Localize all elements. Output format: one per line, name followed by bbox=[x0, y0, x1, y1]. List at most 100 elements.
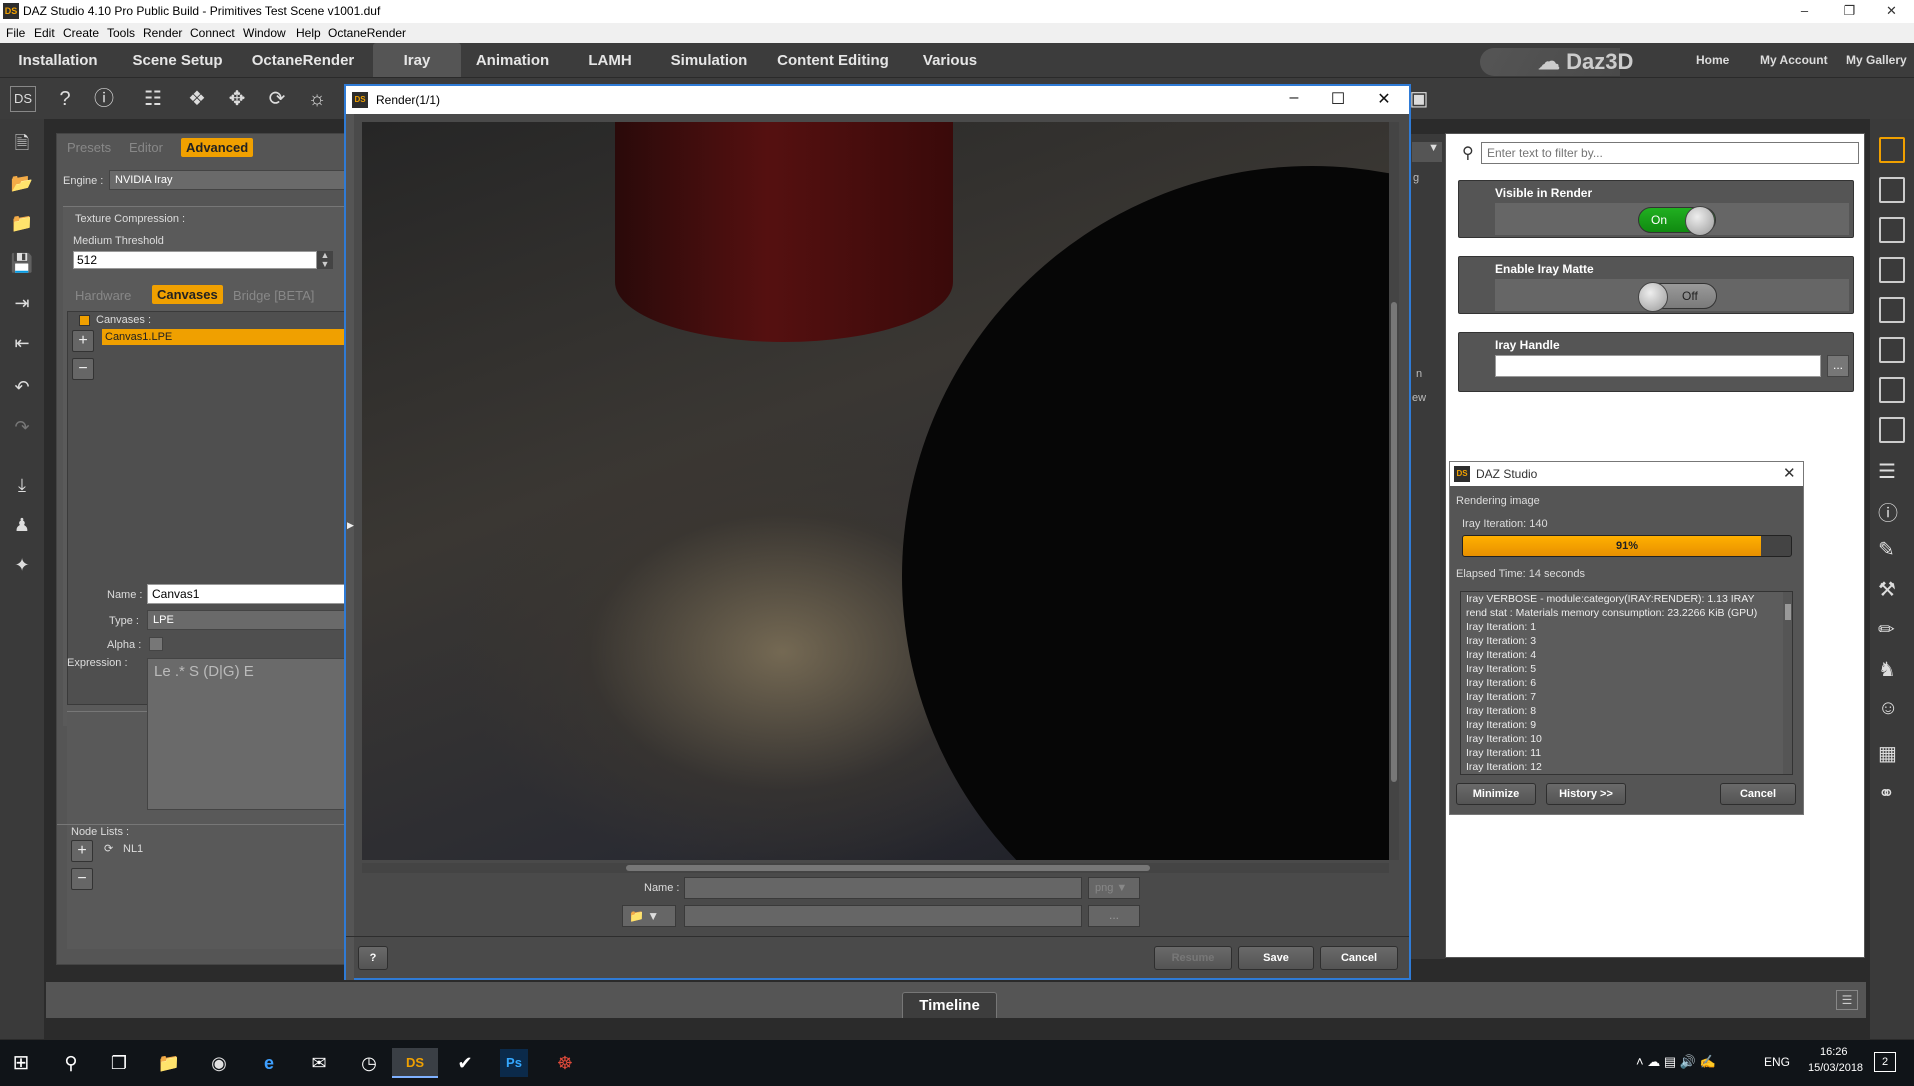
pose-icon[interactable]: ✦ bbox=[8, 551, 36, 579]
browse-button[interactable]: ... bbox=[1088, 905, 1140, 927]
info-icon[interactable]: ⓘ bbox=[1878, 497, 1898, 526]
mail-icon[interactable]: ✉ bbox=[304, 1048, 334, 1078]
horizontal-scrollbar[interactable] bbox=[362, 863, 1389, 873]
tab-scene-setup[interactable]: Scene Setup bbox=[120, 43, 235, 77]
maximize-render-icon[interactable]: ☐ bbox=[1318, 89, 1358, 109]
log-scrollbar[interactable] bbox=[1783, 592, 1792, 774]
threshold-stepper[interactable]: ▲ ▼ bbox=[317, 251, 333, 269]
close-window-icon[interactable]: ✕ bbox=[1869, 0, 1914, 23]
ccleaner-icon[interactable]: ☸ bbox=[550, 1048, 580, 1078]
medium-threshold-field[interactable]: 512 bbox=[73, 251, 317, 269]
brush-icon[interactable]: ✎ bbox=[1878, 537, 1895, 562]
menu-octanerender[interactable]: OctaneRender bbox=[328, 26, 406, 40]
whats-this-icon[interactable]: ? bbox=[50, 84, 80, 114]
menu-help[interactable]: Help bbox=[296, 26, 321, 40]
tab-hardware[interactable]: Hardware bbox=[75, 288, 131, 303]
list-icon[interactable]: ☰ bbox=[1878, 459, 1896, 484]
remove-node-list-button[interactable]: − bbox=[71, 868, 93, 890]
log-scroll-thumb[interactable] bbox=[1785, 604, 1791, 620]
alpha-checkbox[interactable] bbox=[149, 637, 163, 651]
pane-layout-6-icon[interactable] bbox=[1879, 337, 1905, 363]
pane-layout-2-icon[interactable] bbox=[1879, 177, 1905, 203]
nav-home[interactable]: Home bbox=[1696, 53, 1729, 67]
pane-layout-7-icon[interactable] bbox=[1879, 377, 1905, 403]
chrome-icon[interactable]: ◉ bbox=[204, 1048, 234, 1078]
system-tray-icons[interactable]: ˄ ☁ ▤ 🔊 ✍ bbox=[1636, 1054, 1716, 1070]
menu-tools[interactable]: Tools bbox=[107, 26, 135, 40]
canvas-name-field[interactable]: Canvas1 bbox=[147, 584, 347, 604]
export-icon[interactable]: ⇤ bbox=[8, 329, 36, 357]
zbrush-icon[interactable]: ✔ bbox=[450, 1048, 480, 1078]
drop-to-floor-icon[interactable]: ⤓ bbox=[8, 471, 36, 499]
expression-field[interactable]: Le .* S (D|G) E bbox=[147, 658, 347, 810]
minimize-button[interactable]: Minimize bbox=[1456, 783, 1536, 805]
pane-layout-5-icon[interactable] bbox=[1879, 297, 1905, 323]
wrench-icon[interactable]: ⚒ bbox=[1878, 577, 1896, 602]
redo-icon[interactable]: ↷ bbox=[8, 413, 36, 441]
filter-input[interactable] bbox=[1481, 142, 1859, 164]
tab-presets[interactable]: Presets bbox=[67, 140, 111, 155]
node-list-item[interactable]: NL1 bbox=[123, 843, 143, 855]
expand-arrow-icon[interactable]: ▶ bbox=[347, 520, 354, 531]
add-canvas-button[interactable]: + bbox=[72, 330, 94, 352]
visible-in-render-toggle[interactable]: On bbox=[1638, 206, 1716, 236]
undo-icon[interactable]: ↶ bbox=[8, 373, 36, 401]
language-indicator[interactable]: ENG bbox=[1764, 1055, 1790, 1069]
canvas-type-select[interactable]: LPE bbox=[147, 610, 347, 630]
restore-window-icon[interactable]: ❐ bbox=[1827, 0, 1872, 23]
vertical-scrollbar[interactable] bbox=[1389, 122, 1399, 860]
tab-various[interactable]: Various bbox=[914, 43, 986, 77]
format-select[interactable]: png ▼ bbox=[1088, 877, 1140, 899]
filter-dropdown[interactable]: ▼ bbox=[1412, 142, 1442, 162]
tab-bridge-beta[interactable]: Bridge [BETA] bbox=[233, 288, 314, 303]
horizontal-scroll-thumb[interactable] bbox=[626, 865, 1150, 871]
iray-handle-field[interactable] bbox=[1495, 355, 1821, 377]
rotate-tool-icon[interactable]: ⟳ bbox=[262, 84, 292, 114]
help-icon[interactable]: ⓘ bbox=[89, 84, 119, 114]
add-node-list-button[interactable]: + bbox=[71, 840, 93, 862]
timeline-tab[interactable]: Timeline bbox=[902, 992, 997, 1018]
tab-content-editing[interactable]: Content Editing bbox=[768, 43, 898, 77]
windows-start-icon[interactable]: ⊞ bbox=[6, 1048, 36, 1078]
action-center-icon[interactable]: 2 bbox=[1874, 1052, 1896, 1072]
face-icon[interactable]: ☺ bbox=[1878, 697, 1898, 720]
folder-dropdown[interactable]: 📁 ▼ bbox=[622, 905, 676, 927]
menu-create[interactable]: Create bbox=[63, 26, 99, 40]
enable-iray-matte-toggle[interactable]: Off bbox=[1638, 282, 1717, 312]
vertical-scroll-thumb[interactable] bbox=[1391, 302, 1397, 782]
globe-icon[interactable]: ⚭ bbox=[1878, 781, 1895, 806]
pane-layout-4-icon[interactable] bbox=[1879, 257, 1905, 283]
menu-file[interactable]: File bbox=[6, 26, 25, 40]
tab-editor[interactable]: Editor bbox=[129, 140, 163, 155]
menu-window[interactable]: Window bbox=[243, 26, 286, 40]
cancel-render-button[interactable]: Cancel bbox=[1320, 946, 1398, 970]
node-positioning-icon[interactable]: ❖ bbox=[182, 84, 212, 114]
history-button[interactable]: History >> bbox=[1546, 783, 1626, 805]
menu-connect[interactable]: Connect bbox=[190, 26, 235, 40]
render-path-field[interactable] bbox=[684, 905, 1082, 927]
tab-installation[interactable]: Installation bbox=[10, 43, 106, 77]
timeline-menu-icon[interactable]: ☰ bbox=[1836, 990, 1858, 1010]
open-recent-icon[interactable]: 📁 bbox=[8, 209, 36, 237]
nav-my-account[interactable]: My Account bbox=[1760, 53, 1828, 67]
nav-my-gallery[interactable]: My Gallery bbox=[1846, 53, 1907, 67]
new-file-icon[interactable]: 🗎 bbox=[8, 129, 36, 157]
close-render-icon[interactable]: ✕ bbox=[1364, 89, 1404, 109]
figure-icon[interactable]: ♟ bbox=[8, 511, 36, 539]
iray-handle-browse-button[interactable]: ... bbox=[1827, 355, 1849, 377]
grid-icon[interactable]: ▦ bbox=[1878, 741, 1897, 766]
menu-edit[interactable]: Edit bbox=[34, 26, 55, 40]
pane-layout-3-icon[interactable] bbox=[1879, 217, 1905, 243]
edge-icon[interactable]: e bbox=[254, 1048, 284, 1078]
close-dialog-icon[interactable]: ✕ bbox=[1783, 464, 1796, 482]
pane-layout-8-icon[interactable] bbox=[1879, 417, 1905, 443]
tab-canvases[interactable]: Canvases bbox=[152, 285, 223, 304]
tab-simulation[interactable]: Simulation bbox=[664, 43, 754, 77]
render-name-field[interactable] bbox=[684, 877, 1082, 899]
scale-tool-icon[interactable]: ☼ bbox=[302, 84, 332, 114]
tab-advanced[interactable]: Advanced bbox=[181, 138, 254, 157]
menu-render[interactable]: Render bbox=[143, 26, 182, 40]
minimize-window-icon[interactable]: – bbox=[1782, 0, 1827, 23]
resume-button[interactable]: Resume bbox=[1154, 946, 1232, 970]
help-button[interactable]: ? bbox=[358, 946, 388, 970]
